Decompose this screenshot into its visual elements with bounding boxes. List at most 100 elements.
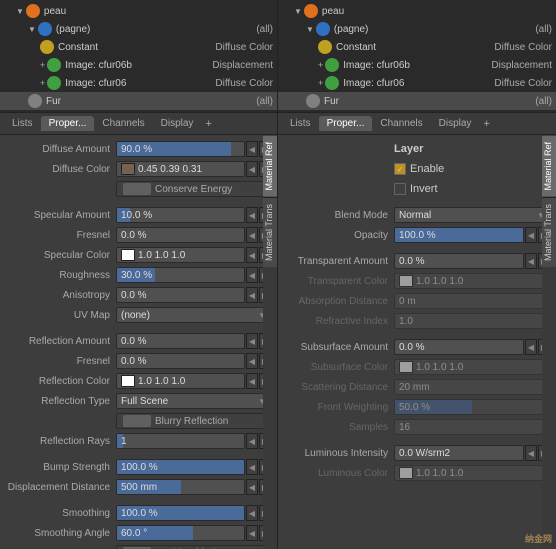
tab-channels[interactable]: Channels <box>94 116 152 131</box>
decrement-button[interactable]: ◀ <box>246 207 258 223</box>
toggle-icon <box>123 183 151 195</box>
decrement-button[interactable]: ◀ <box>246 227 258 243</box>
bump-strength-bar[interactable]: 100.0 % <box>116 459 245 475</box>
tab-properties[interactable]: Proper... <box>319 116 373 131</box>
transparent-amount-bar[interactable]: 0.0 % <box>394 253 524 269</box>
decrement-button[interactable]: ◀ <box>246 433 258 449</box>
decrement-button[interactable]: ◀ <box>246 459 258 475</box>
specular-color-bar[interactable]: 1.0 1.0 1.0 <box>116 247 245 263</box>
decrement-button[interactable]: ◀ <box>525 445 537 461</box>
decrement-button[interactable]: ◀ <box>246 287 258 303</box>
tab-display[interactable]: Display <box>153 116 202 131</box>
reflection-rays-bar[interactable]: 1 <box>116 433 245 449</box>
tree-label: Image: cfur06 <box>65 78 215 89</box>
tab-channels[interactable]: Channels <box>372 116 430 131</box>
tab-properties[interactable]: Proper... <box>41 116 95 131</box>
decrement-button[interactable]: ◀ <box>525 339 537 355</box>
left-panel: ▼ peau ▼ (pagne) (all) Constant Diffuse … <box>0 0 278 549</box>
roughness-label: Roughness <box>6 270 116 281</box>
tab-lists[interactable]: Lists <box>282 116 319 131</box>
anisotropy-bar[interactable]: 0.0 % <box>116 287 245 303</box>
material-ref-tab[interactable]: Material Ref <box>263 135 277 197</box>
front-weighting-label: Front Weighting <box>284 402 394 413</box>
diffuse-color-bar[interactable]: 0.45 0.39 0.31 <box>116 161 245 177</box>
material-trans-tab[interactable]: Material Trans <box>263 197 277 267</box>
blend-mode-dropdown[interactable]: Normal ▼ <box>394 207 550 223</box>
tab-lists[interactable]: Lists <box>4 116 41 131</box>
invert-checkbox[interactable] <box>394 183 406 195</box>
tree-row[interactable]: ▼ (pagne) (all) <box>278 20 556 38</box>
decrement-button[interactable]: ◀ <box>246 333 258 349</box>
reflection-amount-text: 0.0 % <box>121 336 147 347</box>
add-tab-button[interactable]: + <box>205 118 211 130</box>
tree-row[interactable]: ▼ (pagne) (all) <box>0 20 277 38</box>
reflection-type-label: Reflection Type <box>6 396 116 407</box>
enable-checkbox[interactable]: ✓ <box>394 163 406 175</box>
tree-row[interactable]: + Image: cfur06 Diffuse Color <box>0 74 277 92</box>
blend-mode-value: Normal <box>399 210 431 221</box>
tree-row[interactable]: ▼ peau <box>278 2 556 20</box>
diffuse-amount-bar[interactable]: 90.0 % <box>116 141 245 157</box>
roughness-value-area: 30.0 % ◀ ▶ <box>116 267 271 283</box>
reflection-fresnel-bar[interactable]: 0.0 % <box>116 353 245 369</box>
tree-row[interactable]: ▼ peau <box>0 2 277 20</box>
decrement-button[interactable]: ◀ <box>246 141 258 157</box>
displacement-distance-row: Displacement Distance 500 mm ◀ ▶ <box>0 477 277 497</box>
roughness-bar[interactable]: 30.0 % <box>116 267 245 283</box>
fresnel-bar[interactable]: 0.0 % <box>116 227 245 243</box>
reflection-fresnel-label: Fresnel <box>6 356 116 367</box>
diffuse-color-values: 0.45 0.39 0.31 <box>138 164 202 175</box>
decrement-button[interactable]: ◀ <box>246 373 258 389</box>
tree-value: Diffuse Color <box>215 78 273 89</box>
decrement-button[interactable]: ◀ <box>246 525 258 541</box>
smoothing-label: Smoothing <box>6 508 116 519</box>
tree-row[interactable]: + Image: cfur06 Diffuse Color <box>278 74 556 92</box>
tree-row[interactable]: Constant Diffuse Color <box>0 38 277 56</box>
decrement-button[interactable]: ◀ <box>246 247 258 263</box>
tree-row[interactable]: Fur (all) <box>278 92 556 110</box>
decrement-button[interactable]: ◀ <box>246 161 258 177</box>
smoothing-bar[interactable]: 100.0 % <box>116 505 245 521</box>
blurry-reflection-toggle[interactable]: Blurry Reflection <box>116 413 271 429</box>
displacement-distance-text: 500 mm <box>121 482 157 493</box>
blend-mode-row: Blend Mode Normal ▼ <box>278 205 556 225</box>
double-sided-toggle[interactable]: Double Sided <box>116 545 271 549</box>
roughness-row: Roughness 30.0 % ◀ ▶ <box>0 265 277 285</box>
tree-value: (all) <box>256 96 273 107</box>
shader-icon <box>318 40 332 54</box>
decrement-button[interactable]: ◀ <box>246 353 258 369</box>
opacity-bar[interactable]: 100.0 % <box>394 227 524 243</box>
layer-icon <box>38 22 52 36</box>
add-tab-button[interactable]: + <box>483 118 489 130</box>
decrement-button[interactable]: ◀ <box>525 227 537 243</box>
subsurface-amount-bar[interactable]: 0.0 % <box>394 339 524 355</box>
specular-amount-bar[interactable]: 10.0 % <box>116 207 245 223</box>
tree-row[interactable]: Constant Diffuse Color <box>278 38 556 56</box>
tree-row[interactable]: + Image: cfur06b Displacement <box>278 56 556 74</box>
subsurface-color-swatch <box>399 361 413 373</box>
luminous-intensity-bar[interactable]: 0.0 W/srm2 <box>394 445 524 461</box>
decrement-button[interactable]: ◀ <box>246 505 258 521</box>
reflection-type-dropdown[interactable]: Full Scene ▼ <box>116 393 271 409</box>
transparent-amount-value-area: 0.0 % ◀ ▶ <box>394 253 550 269</box>
tree-row[interactable]: + Image: cfur06b Displacement <box>0 56 277 74</box>
decrement-button[interactable]: ◀ <box>246 479 258 495</box>
luminous-color-swatch <box>399 467 413 479</box>
blurry-reflection-row: Blurry Reflection <box>0 411 277 431</box>
uv-map-dropdown[interactable]: (none) ▼ <box>116 307 271 323</box>
reflection-color-bar[interactable]: 1.0 1.0 1.0 <box>116 373 245 389</box>
reflection-color-swatch <box>121 375 135 387</box>
displacement-distance-bar[interactable]: 500 mm <box>116 479 245 495</box>
smoothing-angle-bar[interactable]: 60.0 ° <box>116 525 245 541</box>
material-trans-tab[interactable]: Material Trans <box>542 197 556 267</box>
material-ref-tab[interactable]: Material Ref <box>542 135 556 197</box>
reflection-amount-bar[interactable]: 0.0 % <box>116 333 245 349</box>
decrement-button[interactable]: ◀ <box>246 267 258 283</box>
texture-icon <box>47 76 61 90</box>
conserve-energy-toggle[interactable]: Conserve Energy <box>116 181 271 197</box>
refractive-index-value-area: 1.0 <box>394 313 550 329</box>
decrement-button[interactable]: ◀ <box>525 253 537 269</box>
tree-row[interactable]: Fur (all) <box>0 92 277 110</box>
tab-display[interactable]: Display <box>431 116 480 131</box>
toggle-icon <box>123 415 151 427</box>
